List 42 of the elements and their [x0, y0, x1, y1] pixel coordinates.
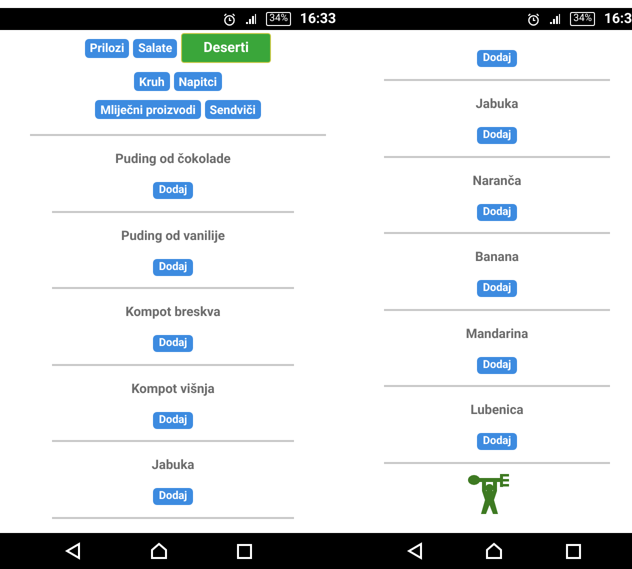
recent-apps-icon[interactable] — [566, 544, 581, 558]
back-icon[interactable] — [64, 542, 80, 560]
category-button[interactable]: Mliječni proizvodi — [95, 100, 201, 119]
clock-time: 16:33 — [300, 10, 336, 28]
category-button[interactable]: Salate — [133, 38, 178, 58]
category-button[interactable]: Deserti — [181, 33, 272, 63]
battery-indicator: 34% — [570, 12, 595, 26]
signal-icon — [245, 13, 258, 25]
category-button[interactable]: Sendviči — [204, 100, 261, 119]
add-button[interactable]: Dodaj — [152, 335, 194, 352]
product-name: Mandarina — [466, 326, 528, 344]
category-button[interactable]: Prilozi — [84, 38, 130, 58]
product-name: Jabuka — [476, 96, 518, 114]
add-button[interactable]: Dodaj — [476, 433, 518, 450]
add-button[interactable]: Dodaj — [476, 204, 518, 220]
product-name: Puding od čokolade — [115, 151, 231, 169]
alarm-clock-icon — [527, 12, 540, 26]
signal-icon — [549, 13, 562, 25]
add-button[interactable]: Dodaj — [476, 127, 518, 144]
product-name: Banana — [475, 249, 519, 267]
add-button[interactable]: Dodaj — [152, 488, 194, 505]
category-button[interactable]: Kruh — [134, 72, 170, 91]
add-button[interactable]: Dodaj — [476, 356, 518, 374]
add-button[interactable]: Dodaj — [152, 182, 194, 199]
alarm-clock-icon — [223, 12, 236, 26]
battery-indicator: 34% — [266, 12, 291, 26]
home-icon[interactable] — [150, 542, 168, 560]
add-button[interactable]: Dodaj — [476, 50, 518, 67]
product-name: Kompot breskva — [125, 304, 220, 322]
recent-apps-icon[interactable] — [236, 544, 252, 558]
product-name: Jabuka — [152, 457, 194, 475]
add-button[interactable]: Dodaj — [152, 258, 194, 276]
add-button[interactable]: Dodaj — [152, 412, 194, 428]
home-icon[interactable] — [485, 542, 504, 560]
product-name: Puding od vanilije — [121, 228, 225, 246]
product-name: Kompot višnja — [131, 380, 215, 398]
clock-time: 16:3 — [604, 10, 632, 28]
category-button[interactable]: Napitci — [174, 72, 222, 91]
add-button[interactable]: Dodaj — [476, 280, 518, 297]
back-icon[interactable] — [407, 542, 424, 560]
product-name: Lubenica — [470, 402, 524, 420]
product-name: Naranča — [472, 172, 522, 190]
